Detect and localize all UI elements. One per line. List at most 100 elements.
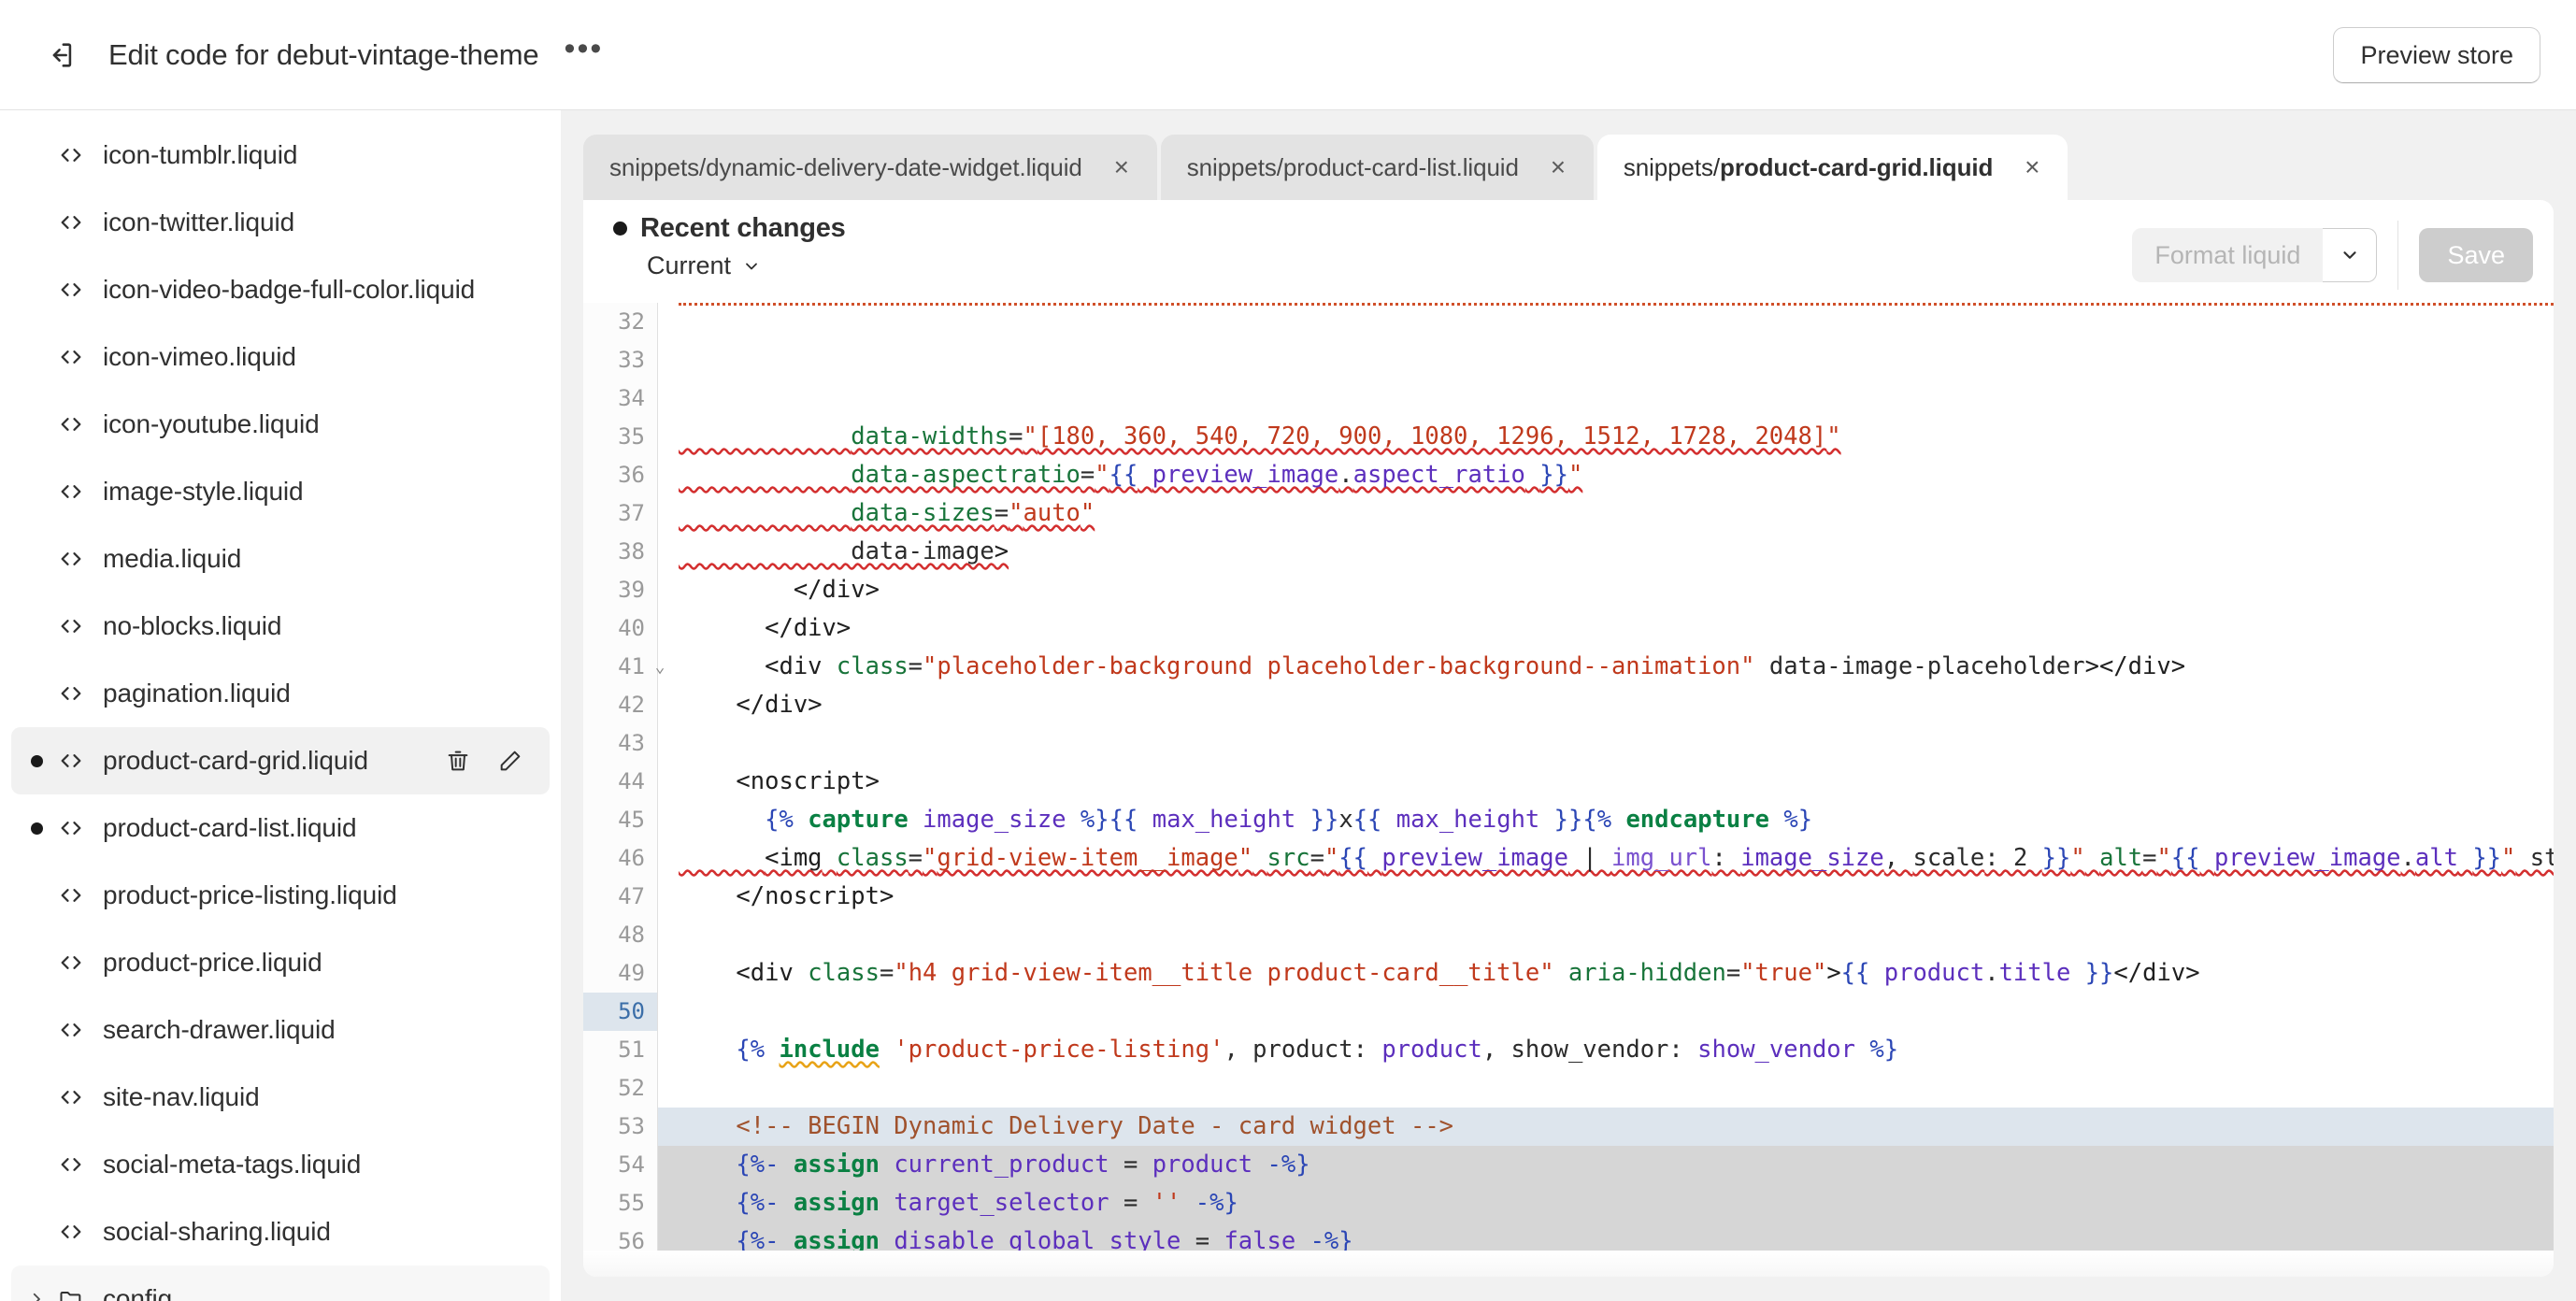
code-line[interactable]: <div class="placeholder-background place… (658, 648, 2554, 686)
file-name-label: image-style.liquid (103, 477, 304, 506)
line-number-gutter: 32 33 34 35 36 37 38 39 40 41 ⌄ 42 43 44 45 46 47 48 49 50 5… (583, 303, 665, 1251)
code-editor[interactable]: 32 33 34 35 36 37 38 39 40 41 ⌄ 42 43 44 45 46 47 48 49 50 5… (583, 303, 2554, 1251)
editor-tab[interactable]: snippets/product-card-grid.liquid × (1596, 135, 2068, 200)
line-number: 34 (618, 385, 645, 411)
format-liquid-dropdown-button[interactable] (2323, 228, 2378, 282)
file-list: icon-tumblr.liquid icon-twitter.liquid ico… (0, 122, 561, 1265)
code-line[interactable]: {% include 'product-price-listing', prod… (658, 1031, 2554, 1069)
body-split: icon-tumblr.liquid icon-twitter.liquid ico… (0, 110, 2576, 1301)
delete-file-icon[interactable] (439, 742, 477, 779)
line-number: 47 (618, 883, 645, 909)
code-line[interactable]: data-aspectratio="{{ preview_image.aspec… (658, 456, 2554, 494)
code-line[interactable]: {% capture image_size %}{{ max_height }}… (658, 801, 2554, 839)
file-name-label: search-drawer.liquid (103, 1015, 336, 1044)
modified-dot-icon (30, 754, 43, 767)
file-row[interactable]: icon-video-badge-full-color.liquid (11, 256, 550, 323)
tab-path-prefix: snippets/ (1623, 152, 1721, 181)
modified-indicator (21, 822, 52, 835)
line-number: 46 (618, 845, 645, 871)
file-row[interactable]: image-style.liquid (11, 458, 550, 525)
code-line[interactable] (658, 993, 2554, 1031)
code-line[interactable]: </div> (658, 571, 2554, 609)
file-row[interactable]: icon-twitter.liquid (11, 189, 550, 256)
file-row[interactable]: icon-vimeo.liquid (11, 323, 550, 391)
chevron-right-icon[interactable] (21, 1291, 52, 1301)
code-file-icon (52, 277, 90, 303)
version-select-label: Current (647, 251, 732, 279)
code-content[interactable]: data-widths="[180, 360, 540, 720, 900, 1… (658, 303, 2554, 1251)
file-row[interactable]: no-blocks.liquid (11, 593, 550, 660)
editor-tab-label: snippets/product-card-list.liquid (1187, 153, 1519, 182)
editor-tab[interactable]: snippets/dynamic-delivery-date-widget.li… (583, 135, 1157, 200)
editor-tab[interactable]: snippets/product-card-list.liquid × (1160, 135, 1594, 200)
file-row[interactable]: social-sharing.liquid (11, 1198, 550, 1265)
file-row[interactable]: site-nav.liquid (11, 1064, 550, 1131)
code-line[interactable]: {%- assign target_selector = '' -%} (658, 1184, 2554, 1222)
editor-pane: snippets/dynamic-delivery-date-widget.li… (561, 110, 2576, 1301)
file-row[interactable]: search-drawer.liquid (11, 996, 550, 1064)
folder-row-config[interactable]: config (11, 1265, 550, 1301)
code-line[interactable] (658, 1069, 2554, 1108)
code-line[interactable]: data-sizes="auto" (658, 494, 2554, 533)
toolbar-right: Format liquid Save (2132, 221, 2533, 290)
recent-changes-label: Recent changes (640, 213, 846, 243)
file-row[interactable]: icon-tumblr.liquid (11, 122, 550, 189)
file-name-label: product-price-listing.liquid (103, 880, 397, 909)
code-line[interactable]: <!-- BEGIN Dynamic Delivery Date - card … (658, 1108, 2554, 1146)
file-row[interactable]: media.liquid (11, 525, 550, 593)
file-row[interactable]: social-meta-tags.liquid (11, 1131, 550, 1198)
file-tree-sidebar[interactable]: icon-tumblr.liquid icon-twitter.liquid ico… (0, 110, 561, 1301)
code-line[interactable] (658, 916, 2554, 954)
close-tab-icon[interactable]: × (1543, 152, 1573, 182)
exit-icon[interactable] (34, 28, 88, 82)
file-row[interactable]: product-price-listing.liquid (11, 862, 550, 929)
code-line[interactable]: <noscript> (658, 763, 2554, 801)
code-file-icon (52, 613, 90, 639)
line-number: 43 (618, 730, 645, 756)
line-number: 44 (618, 768, 645, 794)
file-row[interactable]: product-card-grid.liquid (11, 727, 550, 794)
line-number: 40 (618, 615, 645, 641)
close-tab-icon[interactable]: × (1107, 152, 1137, 182)
editor-bottom-strip (583, 1251, 2554, 1277)
save-button[interactable]: Save (2419, 228, 2533, 282)
file-name-label: icon-youtube.liquid (103, 409, 320, 438)
file-row[interactable]: icon-youtube.liquid (11, 391, 550, 458)
code-file-icon (52, 479, 90, 505)
code-line[interactable]: <img class="grid-view-item__image" src="… (658, 839, 2554, 878)
editor-toolbar: Recent changes Current Format liquid Sav… (583, 200, 2554, 303)
code-line[interactable]: {%- assign current_product = product -%} (658, 1146, 2554, 1184)
folder-label: config (103, 1284, 173, 1301)
version-select[interactable]: Current (639, 250, 846, 282)
file-row[interactable]: product-price.liquid (11, 929, 550, 996)
code-line[interactable]: data-image> (658, 533, 2554, 571)
code-line[interactable] (658, 724, 2554, 763)
editor-shell: Recent changes Current Format liquid Sav… (583, 200, 2554, 1277)
code-file-icon (52, 1219, 90, 1245)
code-line[interactable]: </div> (658, 686, 2554, 724)
code-file-icon (52, 680, 90, 707)
recent-changes: Recent changes (613, 213, 846, 244)
chevron-down-icon (746, 263, 757, 269)
line-number: 39 (618, 577, 645, 603)
format-liquid-button[interactable]: Format liquid (2132, 228, 2324, 282)
line-number: 37 (618, 500, 645, 526)
code-line[interactable]: {%- assign disable_global_style = false … (658, 1222, 2554, 1251)
more-options-button[interactable]: ••• (559, 31, 608, 79)
file-row[interactable]: pagination.liquid (11, 660, 550, 727)
preview-store-button[interactable]: Preview store (2333, 27, 2540, 83)
code-line[interactable]: </div> (658, 609, 2554, 648)
rename-file-icon[interactable] (492, 742, 529, 779)
code-line[interactable]: <div class="h4 grid-view-item__title pro… (658, 954, 2554, 993)
toolbar-divider (2397, 221, 2399, 290)
format-liquid-split-button[interactable]: Format liquid (2132, 228, 2378, 282)
line-number: 56 (618, 1228, 645, 1251)
code-line[interactable]: data-widths="[180, 360, 540, 720, 900, 1… (658, 418, 2554, 456)
tab-file-name: product-card-list.liquid (1282, 152, 1519, 181)
file-row[interactable]: product-card-list.liquid (11, 794, 550, 862)
close-tab-icon[interactable]: × (2017, 152, 2047, 182)
line-number: 33 (618, 347, 645, 373)
line-number: 50 (583, 993, 657, 1031)
code-line[interactable]: </noscript> (658, 878, 2554, 916)
file-name-label: icon-vimeo.liquid (103, 342, 296, 371)
